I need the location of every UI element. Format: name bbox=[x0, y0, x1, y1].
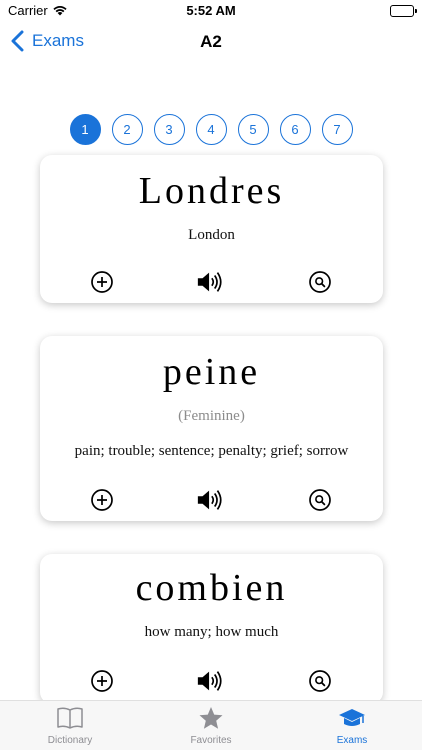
star-icon bbox=[199, 707, 223, 729]
tab-exams-label: Exams bbox=[336, 735, 368, 746]
add-favorite-button[interactable] bbox=[88, 268, 116, 296]
lookup-button[interactable] bbox=[306, 268, 334, 296]
book-icon bbox=[57, 707, 83, 729]
word-title: combien bbox=[135, 567, 288, 609]
add-favorite-button[interactable] bbox=[88, 486, 116, 514]
lookup-icon bbox=[309, 271, 331, 293]
status-bar: Carrier 5:52 AM bbox=[0, 0, 422, 24]
card-actions bbox=[40, 667, 383, 695]
speaker-icon bbox=[197, 272, 222, 292]
page-button-2[interactable]: 2 bbox=[111, 114, 143, 145]
speaker-icon bbox=[197, 490, 222, 510]
tab-dictionary[interactable]: Dictionary bbox=[0, 706, 140, 750]
page-button-3[interactable]: 3 bbox=[153, 114, 185, 145]
page-button-6[interactable]: 6 bbox=[279, 114, 311, 145]
word-card: Londres London bbox=[40, 155, 383, 303]
add-icon bbox=[91, 271, 113, 293]
add-icon bbox=[91, 489, 113, 511]
card-actions bbox=[40, 486, 383, 514]
lookup-button[interactable] bbox=[306, 486, 334, 514]
page-selector: 1 2 3 4 5 6 7 bbox=[0, 114, 422, 145]
page-title: A2 bbox=[200, 32, 222, 51]
add-icon bbox=[91, 670, 113, 692]
battery-icon bbox=[390, 5, 417, 17]
add-favorite-button[interactable] bbox=[88, 667, 116, 695]
pronounce-button[interactable] bbox=[196, 667, 224, 695]
lookup-icon bbox=[309, 489, 331, 511]
tab-dictionary-label: Dictionary bbox=[47, 735, 93, 746]
navigation-bar: Exams A2 bbox=[0, 28, 422, 60]
page-button-7[interactable]: 7 bbox=[321, 114, 353, 145]
speaker-icon bbox=[197, 671, 222, 691]
tab-favorites[interactable]: Favorites bbox=[141, 706, 281, 750]
tab-favorites-label: Favorites bbox=[190, 735, 232, 746]
word-card: peine (Feminine) pain; trouble; sentence… bbox=[40, 336, 383, 521]
pronounce-button[interactable] bbox=[196, 486, 224, 514]
page-button-1[interactable]: 1 bbox=[69, 114, 101, 145]
page-button-5[interactable]: 5 bbox=[237, 114, 269, 145]
status-time: 5:52 AM bbox=[186, 3, 236, 18]
word-translation: London bbox=[188, 227, 235, 243]
word-translation: how many; how much bbox=[144, 624, 279, 640]
graduation-cap-icon bbox=[339, 709, 365, 726]
tab-exams[interactable]: Exams bbox=[282, 706, 422, 750]
word-card: combien how many; how much bbox=[40, 554, 383, 704]
word-translation: pain; trouble; sentence; penalty; grief;… bbox=[74, 443, 349, 459]
pronounce-button[interactable] bbox=[196, 268, 224, 296]
card-actions bbox=[40, 268, 383, 296]
tab-bar: Dictionary Favorites Exams bbox=[0, 700, 422, 750]
page-button-4[interactable]: 4 bbox=[195, 114, 227, 145]
word-gender: (Feminine) bbox=[178, 408, 245, 424]
lookup-icon bbox=[309, 670, 331, 692]
word-title: peine bbox=[162, 351, 261, 393]
word-title: Londres bbox=[138, 170, 285, 212]
lookup-button[interactable] bbox=[306, 667, 334, 695]
